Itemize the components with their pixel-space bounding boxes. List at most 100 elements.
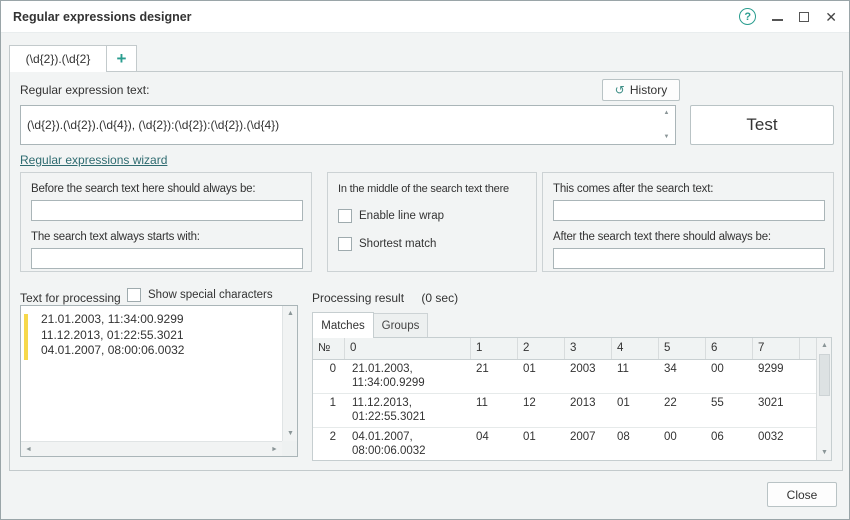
- group-cell: 3021: [753, 394, 800, 427]
- scroll-up-icon[interactable]: ▲: [659, 107, 674, 119]
- tab-matches[interactable]: Matches: [312, 312, 374, 338]
- table-header-row: № 0 1 2 3 4 5 6 7: [313, 338, 816, 360]
- close-icon[interactable]: ✕: [825, 10, 837, 24]
- scroll-left-icon[interactable]: ◄: [21, 442, 36, 457]
- column-header[interactable]: 2: [518, 338, 565, 359]
- group-cell: 01: [518, 428, 565, 461]
- maximize-icon[interactable]: [799, 12, 809, 22]
- before-text-input[interactable]: [31, 200, 303, 221]
- group-cell: 04: [471, 428, 518, 461]
- checkbox-box[interactable]: [127, 288, 141, 302]
- history-icon: ↺: [615, 84, 625, 96]
- after-text-label: This comes after the search text:: [553, 183, 713, 195]
- minimize-icon[interactable]: [772, 19, 783, 21]
- processing-result-text: Processing result: [312, 291, 404, 305]
- table-row[interactable]: 2 04.01.2007, 08:00:06.0032 04 01 2007 0…: [313, 428, 816, 461]
- wizard-link[interactable]: Regular expressions wizard: [20, 153, 167, 167]
- checkbox-label: Enable line wrap: [359, 210, 444, 222]
- before-text-label: Before the search text here should alway…: [31, 183, 255, 195]
- group-cell: 22: [659, 394, 706, 427]
- column-header[interactable]: 0: [345, 338, 471, 359]
- vertical-scrollbar[interactable]: ▲ ▼: [282, 306, 297, 441]
- group-cell: 2013: [565, 394, 612, 427]
- regex-input[interactable]: [21, 106, 675, 144]
- match-cell: 11.12.2013, 01:22:55.3021: [345, 394, 471, 427]
- processing-time: (0 sec): [421, 291, 458, 305]
- starts-with-label: The search text always starts with:: [31, 231, 200, 243]
- processing-result-label: Processing result (0 sec): [312, 291, 458, 305]
- source-text: 21.01.2003, 11:34:00.9299 11.12.2013, 01…: [41, 312, 279, 359]
- shortest-match-checkbox[interactable]: Shortest match: [338, 237, 436, 251]
- horizontal-scrollbar[interactable]: ◄ ►: [21, 441, 282, 456]
- checkbox-label: Show special characters: [148, 289, 273, 301]
- scroll-down-icon[interactable]: ▼: [659, 131, 674, 143]
- group-cell: 2007: [565, 428, 612, 461]
- after-always-label: After the search text there should alway…: [553, 231, 771, 243]
- titlebar[interactable]: Regular expressions designer ? ✕: [1, 1, 849, 33]
- window-controls: ? ✕: [739, 8, 837, 25]
- add-tab-button[interactable]: +: [106, 45, 137, 72]
- row-index: 1: [313, 394, 345, 427]
- history-button[interactable]: ↺ History: [602, 79, 680, 101]
- match-cell: 04.01.2007, 08:00:06.0032: [345, 428, 471, 461]
- scroll-up-icon[interactable]: ▲: [817, 338, 832, 353]
- group-cell: 00: [659, 428, 706, 461]
- group-cell: 01: [612, 394, 659, 427]
- table-vertical-scrollbar[interactable]: ▲ ▼: [816, 338, 831, 460]
- tab-groups[interactable]: Groups: [374, 313, 428, 337]
- starts-with-input[interactable]: [31, 248, 303, 269]
- wizard-before-group: Before the search text here should alway…: [20, 172, 312, 272]
- column-header[interactable]: 6: [706, 338, 753, 359]
- after-text-input[interactable]: [553, 200, 825, 221]
- close-button[interactable]: Close: [767, 482, 837, 507]
- group-cell: 34: [659, 360, 706, 393]
- checkbox-label: Shortest match: [359, 238, 436, 250]
- table-row[interactable]: 1 11.12.2013, 01:22:55.3021 11 12 2013 0…: [313, 394, 816, 428]
- wizard-middle-group: In the middle of the search text there E…: [327, 172, 537, 272]
- match-cell: 21.01.2003, 11:34:00.9299: [345, 360, 471, 393]
- column-header[interactable]: 3: [565, 338, 612, 359]
- checkbox-box[interactable]: [338, 209, 352, 223]
- checkbox-box[interactable]: [338, 237, 352, 251]
- main-panel: Regular expression text: ↺ History ▲ ▼ T…: [9, 71, 843, 471]
- regex-text-label: Regular expression text:: [20, 83, 149, 97]
- group-cell: 08: [612, 428, 659, 461]
- changed-lines-marker: [24, 314, 28, 360]
- column-header[interactable]: 5: [659, 338, 706, 359]
- group-cell: 12: [518, 394, 565, 427]
- after-always-input[interactable]: [553, 248, 825, 269]
- scroll-right-icon[interactable]: ►: [267, 442, 282, 457]
- middle-text-label: In the middle of the search text there: [338, 183, 509, 195]
- scrollbar-thumb[interactable]: [819, 354, 830, 396]
- regex-input-wrap: ▲ ▼: [20, 105, 676, 145]
- source-line: 11.12.2013, 01:22:55.3021: [41, 328, 279, 344]
- column-header[interactable]: 1: [471, 338, 518, 359]
- show-special-characters-checkbox[interactable]: Show special characters: [127, 288, 273, 302]
- matches-table: № 0 1 2 3 4 5 6 7 0 21.01.2003, 11:34:00…: [312, 337, 832, 461]
- text-for-processing-area[interactable]: 21.01.2003, 11:34:00.9299 11.12.2013, 01…: [20, 305, 298, 457]
- enable-line-wrap-checkbox[interactable]: Enable line wrap: [338, 209, 444, 223]
- wizard-after-group: This comes after the search text: After …: [542, 172, 834, 272]
- group-cell: 55: [706, 394, 753, 427]
- group-cell: 21: [471, 360, 518, 393]
- scroll-down-icon[interactable]: ▼: [283, 426, 298, 441]
- tab-pattern[interactable]: (\d{2}).(\d{2}: [9, 45, 107, 72]
- group-cell: 0032: [753, 428, 800, 461]
- scroll-down-icon[interactable]: ▼: [817, 445, 832, 460]
- group-cell: 9299: [753, 360, 800, 393]
- column-header[interactable]: 7: [753, 338, 800, 359]
- table-row[interactable]: 0 21.01.2003, 11:34:00.9299 21 01 2003 1…: [313, 360, 816, 394]
- group-cell: 11: [471, 394, 518, 427]
- column-header[interactable]: 4: [612, 338, 659, 359]
- source-line: 21.01.2003, 11:34:00.9299: [41, 312, 279, 328]
- text-for-processing-label: Text for processing: [20, 291, 121, 305]
- history-button-label: History: [630, 83, 667, 97]
- row-index: 2: [313, 428, 345, 461]
- help-icon[interactable]: ?: [739, 8, 756, 25]
- source-line: 04.01.2007, 08:00:06.0032: [41, 343, 279, 359]
- row-index: 0: [313, 360, 345, 393]
- test-button[interactable]: Test: [690, 105, 834, 145]
- column-header[interactable]: №: [313, 338, 345, 359]
- scrollbar-corner: [282, 441, 297, 456]
- scroll-up-icon[interactable]: ▲: [283, 306, 298, 321]
